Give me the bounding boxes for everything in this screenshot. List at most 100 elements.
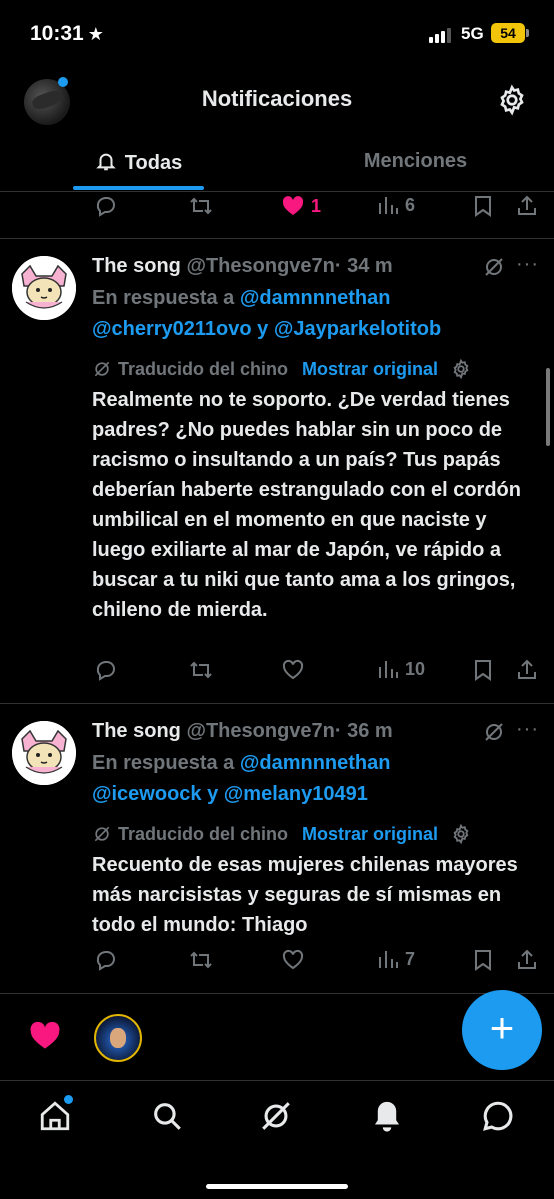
search-icon[interactable] [150, 1099, 184, 1133]
tweet-divider [0, 993, 554, 994]
home-indicator [206, 1184, 348, 1189]
bookmark-icon [475, 196, 491, 217]
prev-tweet-actions: 1 6 [90, 194, 554, 224]
star-icon: ★ [87, 24, 104, 44]
mention-link[interactable]: @damnnnethan [240, 287, 391, 309]
grok-icon[interactable] [482, 255, 506, 279]
bookmark-button[interactable] [472, 948, 494, 972]
translation-bar: Traducido del chino Mostrar original [92, 358, 472, 380]
mention-link[interactable]: @icewoock [92, 783, 202, 805]
translation-settings-icon[interactable] [450, 823, 472, 845]
reply-button[interactable] [94, 948, 118, 972]
header-divider [0, 191, 554, 192]
views-icon [379, 661, 398, 678]
reply-context-line2: @icewoock y @melany10491 [92, 783, 368, 805]
messages-icon[interactable] [481, 1099, 515, 1133]
author-handle[interactable]: @Thesongve7n [186, 720, 334, 742]
header: Notificaciones Todas Menciones [0, 70, 554, 190]
retweet-button[interactable] [188, 658, 214, 682]
translated-label: Traducido del chino [118, 823, 289, 844]
tweet-text: Realmente no te soporto. ¿De verdad tien… [92, 389, 521, 621]
home-unread-dot [64, 1095, 73, 1104]
heart-icon [30, 1021, 60, 1049]
bell-icon [96, 153, 116, 171]
translation-settings-icon[interactable] [450, 358, 472, 380]
retweet-button[interactable] [188, 194, 214, 218]
signal-icon [429, 27, 451, 43]
mention-link[interactable]: @damnnnethan [240, 752, 391, 774]
more-options-icon[interactable]: ··· [516, 718, 539, 741]
mention-link[interactable]: @Jayparkelotitob [274, 318, 441, 340]
like-icon [282, 949, 304, 970]
retweet-button[interactable] [188, 948, 214, 972]
translated-label: Traducido del chino [118, 358, 289, 379]
battery-cap [526, 29, 529, 37]
views-icon [379, 197, 398, 214]
like-filled-icon [282, 196, 304, 215]
mention-link[interactable]: @cherry0211ovo [92, 318, 252, 340]
show-original-link[interactable]: Mostrar original [302, 824, 438, 845]
tweet-text: Recuento de esas mujeres chilenas mayore… [92, 854, 518, 936]
reply-context: En respuesta a @damnnnethan [92, 752, 391, 774]
cat-avatar-icon [12, 721, 76, 785]
grok-icon[interactable] [259, 1099, 293, 1133]
reply-icon [96, 197, 115, 217]
translate-icon [94, 826, 110, 842]
settings-gear-icon[interactable] [496, 84, 528, 116]
mention-link[interactable]: @melany10491 [224, 783, 368, 805]
show-original-link[interactable]: Mostrar original [302, 359, 438, 380]
like-button[interactable] [281, 658, 305, 682]
tweet-actions: 7 [90, 948, 554, 978]
share-button[interactable] [515, 194, 539, 218]
share-button[interactable] [515, 658, 539, 682]
grok-icon[interactable] [482, 720, 506, 744]
reply-icon [96, 661, 115, 681]
author-name[interactable]: The song [92, 720, 181, 742]
tweet-time: · 36 m [334, 720, 393, 742]
more-options-icon[interactable]: ··· [516, 253, 539, 276]
notifications-icon[interactable] [370, 1099, 404, 1133]
tweet-header: The song @Thesongve7n· 34 m [92, 255, 393, 278]
bottom-navigation [0, 1080, 554, 1199]
tweet-actions: 10 [90, 658, 554, 688]
reply-context-line2: @cherry0211ovo y @Jayparkelotitob [92, 318, 442, 340]
views-button[interactable]: 10 [377, 658, 425, 680]
scrollbar[interactable] [546, 368, 550, 446]
tweet-avatar[interactable] [12, 721, 76, 785]
views-icon [379, 951, 398, 968]
tweet-avatar[interactable] [12, 256, 76, 320]
compose-button[interactable]: + [462, 990, 542, 1070]
retweet-icon [190, 197, 212, 215]
tab-todas[interactable]: Todas [0, 135, 277, 191]
views-button[interactable]: 6 [377, 194, 415, 216]
retweet-icon [190, 951, 212, 969]
bookmark-icon [475, 950, 491, 971]
bookmark-button[interactable] [472, 658, 494, 682]
reply-icon [96, 951, 115, 971]
cat-avatar-icon [12, 256, 76, 320]
bookmark-button[interactable] [472, 194, 494, 218]
reply-button[interactable] [94, 194, 118, 218]
translation-bar: Traducido del chino Mostrar original [92, 823, 472, 845]
like-button[interactable]: 1 [281, 194, 321, 218]
tweet-time: · 34 m [334, 255, 393, 277]
share-icon [518, 195, 536, 215]
tweet-divider [0, 703, 554, 704]
battery-icon: 54 [491, 23, 525, 43]
views-button[interactable]: 7 [377, 948, 415, 970]
author-name[interactable]: The song [92, 255, 181, 277]
liker-avatar[interactable] [94, 1014, 142, 1062]
tab-menciones[interactable]: Menciones [277, 135, 554, 191]
tweet-header: The song @Thesongve7n· 36 m [92, 720, 393, 743]
reply-context: En respuesta a @damnnnethan [92, 287, 391, 309]
like-icon [282, 659, 304, 680]
like-button[interactable] [281, 948, 305, 972]
home-icon[interactable] [38, 1099, 72, 1133]
reply-button[interactable] [94, 658, 118, 682]
share-button[interactable] [515, 948, 539, 972]
author-handle[interactable]: @Thesongve7n [186, 255, 334, 277]
active-tab-indicator [73, 186, 204, 190]
translate-icon [94, 361, 110, 377]
status-bar: 10:31 ★ 5G 54 [0, 0, 554, 70]
network-label: 5G [461, 24, 484, 43]
